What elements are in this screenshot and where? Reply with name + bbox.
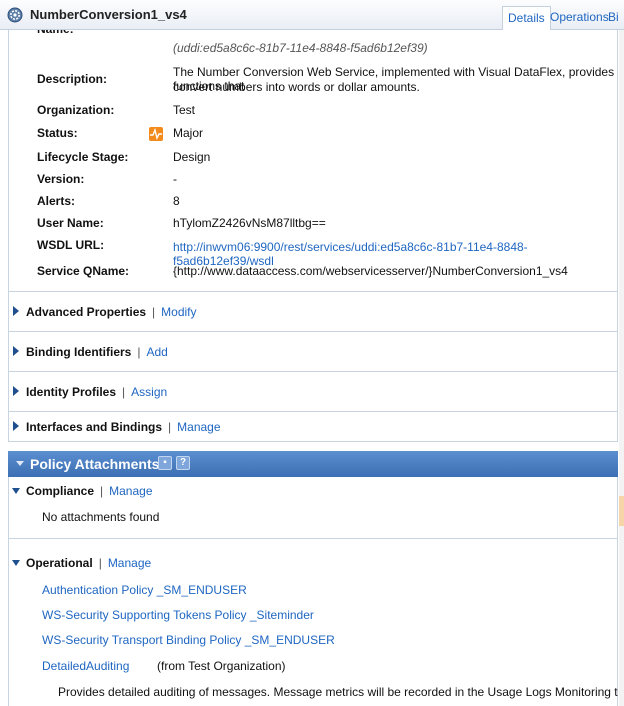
status-pulse-icon xyxy=(149,127,163,141)
qname-value: {http://www.dataaccess.com/webservicesse… xyxy=(173,264,568,278)
status-value: Major xyxy=(173,126,204,140)
operational-title: Operational xyxy=(26,556,93,570)
key-label-cut: Name: xyxy=(37,30,74,36)
tab-bindings[interactable]: Bi xyxy=(603,6,619,30)
section-title: Advanced Properties xyxy=(26,305,147,319)
operational-manage-link[interactable]: Manage xyxy=(108,556,151,570)
section-interfaces-bindings[interactable]: Interfaces and Bindings | Manage xyxy=(8,412,618,442)
policy-link-authentication[interactable]: Authentication Policy _SM_ENDUSER xyxy=(42,583,247,597)
section-title-row: Identity Profiles | Assign xyxy=(26,385,168,399)
policy-origin-text: (from Test Organization) xyxy=(157,659,286,673)
service-header: NumberConversion1_vs4 Details Operations… xyxy=(0,0,624,30)
wsdl-label: WSDL URL: xyxy=(37,238,105,252)
status-label: Status: xyxy=(37,126,78,140)
compliance-collapse-icon[interactable] xyxy=(12,488,20,494)
expand-arrow-icon[interactable] xyxy=(13,346,19,356)
help-icon[interactable]: ? xyxy=(176,456,190,470)
description-line-2: convert numbers into words or dollar amo… xyxy=(173,80,420,94)
tab-details[interactable]: Details xyxy=(502,6,551,30)
section-binding-identifiers[interactable]: Binding Identifiers | Add xyxy=(8,332,618,372)
operational-collapse-icon[interactable] xyxy=(12,560,20,566)
policy-attachments-title: Policy Attachments xyxy=(30,456,160,472)
policy-link-detailed-auditing[interactable]: DetailedAuditing xyxy=(42,659,129,673)
description-label: Description: xyxy=(37,72,108,86)
username-value: hTylomZ2426vNsM87lltbg== xyxy=(173,216,326,230)
lifecycle-label: Lifecycle Stage: xyxy=(37,150,129,164)
service-title: NumberConversion1_vs4 xyxy=(30,7,187,22)
divider xyxy=(9,538,617,539)
version-label: Version: xyxy=(37,172,85,186)
section-title: Identity Profiles xyxy=(26,385,117,399)
service-key-value: (uddi:ed5a8c6c-81b7-11e4-8848-f5ad6b12ef… xyxy=(173,41,428,55)
qname-label: Service QName: xyxy=(37,264,130,278)
expand-arrow-icon[interactable] xyxy=(13,386,19,396)
modify-link[interactable]: Modify xyxy=(161,305,196,319)
compliance-empty-text: No attachments found xyxy=(42,510,160,524)
policy-attachments-body: Compliance | Manage No attachments found O… xyxy=(8,477,618,706)
section-identity-profiles[interactable]: Identity Profiles | Assign xyxy=(8,372,618,412)
panel-menu-icon[interactable]: ▪ xyxy=(158,456,172,470)
operational-row: Operational | Manage xyxy=(26,556,152,570)
section-advanced-properties[interactable]: Advanced Properties | Modify xyxy=(8,292,618,332)
right-scroll-strip xyxy=(619,30,624,706)
alerts-value: 8 xyxy=(173,194,180,208)
add-link[interactable]: Add xyxy=(146,345,167,359)
section-title: Interfaces and Bindings xyxy=(26,420,163,434)
section-title-row: Advanced Properties | Modify xyxy=(26,305,197,319)
policy-link-transport-binding[interactable]: WS-Security Transport Binding Policy _SM… xyxy=(42,633,335,647)
expand-arrow-icon[interactable] xyxy=(13,306,19,316)
manage-link[interactable]: Manage xyxy=(177,420,220,434)
compliance-title: Compliance xyxy=(26,484,95,498)
policy-attachments-header[interactable]: Policy Attachments ▪ ? xyxy=(8,451,618,477)
username-label: User Name: xyxy=(37,216,104,230)
section-title-row: Binding Identifiers | Add xyxy=(26,345,168,359)
lifecycle-value: Design xyxy=(173,150,211,164)
service-gear-icon xyxy=(7,7,23,23)
scroll-marker xyxy=(619,496,624,526)
assign-link[interactable]: Assign xyxy=(131,385,167,399)
compliance-row: Compliance | Manage xyxy=(26,484,153,498)
section-title-row: Interfaces and Bindings | Manage xyxy=(26,420,221,434)
version-value: - xyxy=(173,172,177,186)
expand-arrow-icon[interactable] xyxy=(13,421,19,431)
organization-value: Test xyxy=(173,103,196,117)
alerts-label: Alerts: xyxy=(37,194,76,208)
policy-link-supporting-tokens[interactable]: WS-Security Supporting Tokens Policy _Si… xyxy=(42,608,314,622)
service-properties: Name: (uddi:ed5a8c6c-81b7-11e4-8848-f5ad… xyxy=(8,30,618,292)
policy-description: Provides detailed auditing of messages. … xyxy=(58,685,618,699)
collapse-arrow-icon[interactable] xyxy=(16,461,24,466)
compliance-manage-link[interactable]: Manage xyxy=(109,484,152,498)
organization-label: Organization: xyxy=(37,103,115,117)
section-title: Binding Identifiers xyxy=(26,345,132,359)
